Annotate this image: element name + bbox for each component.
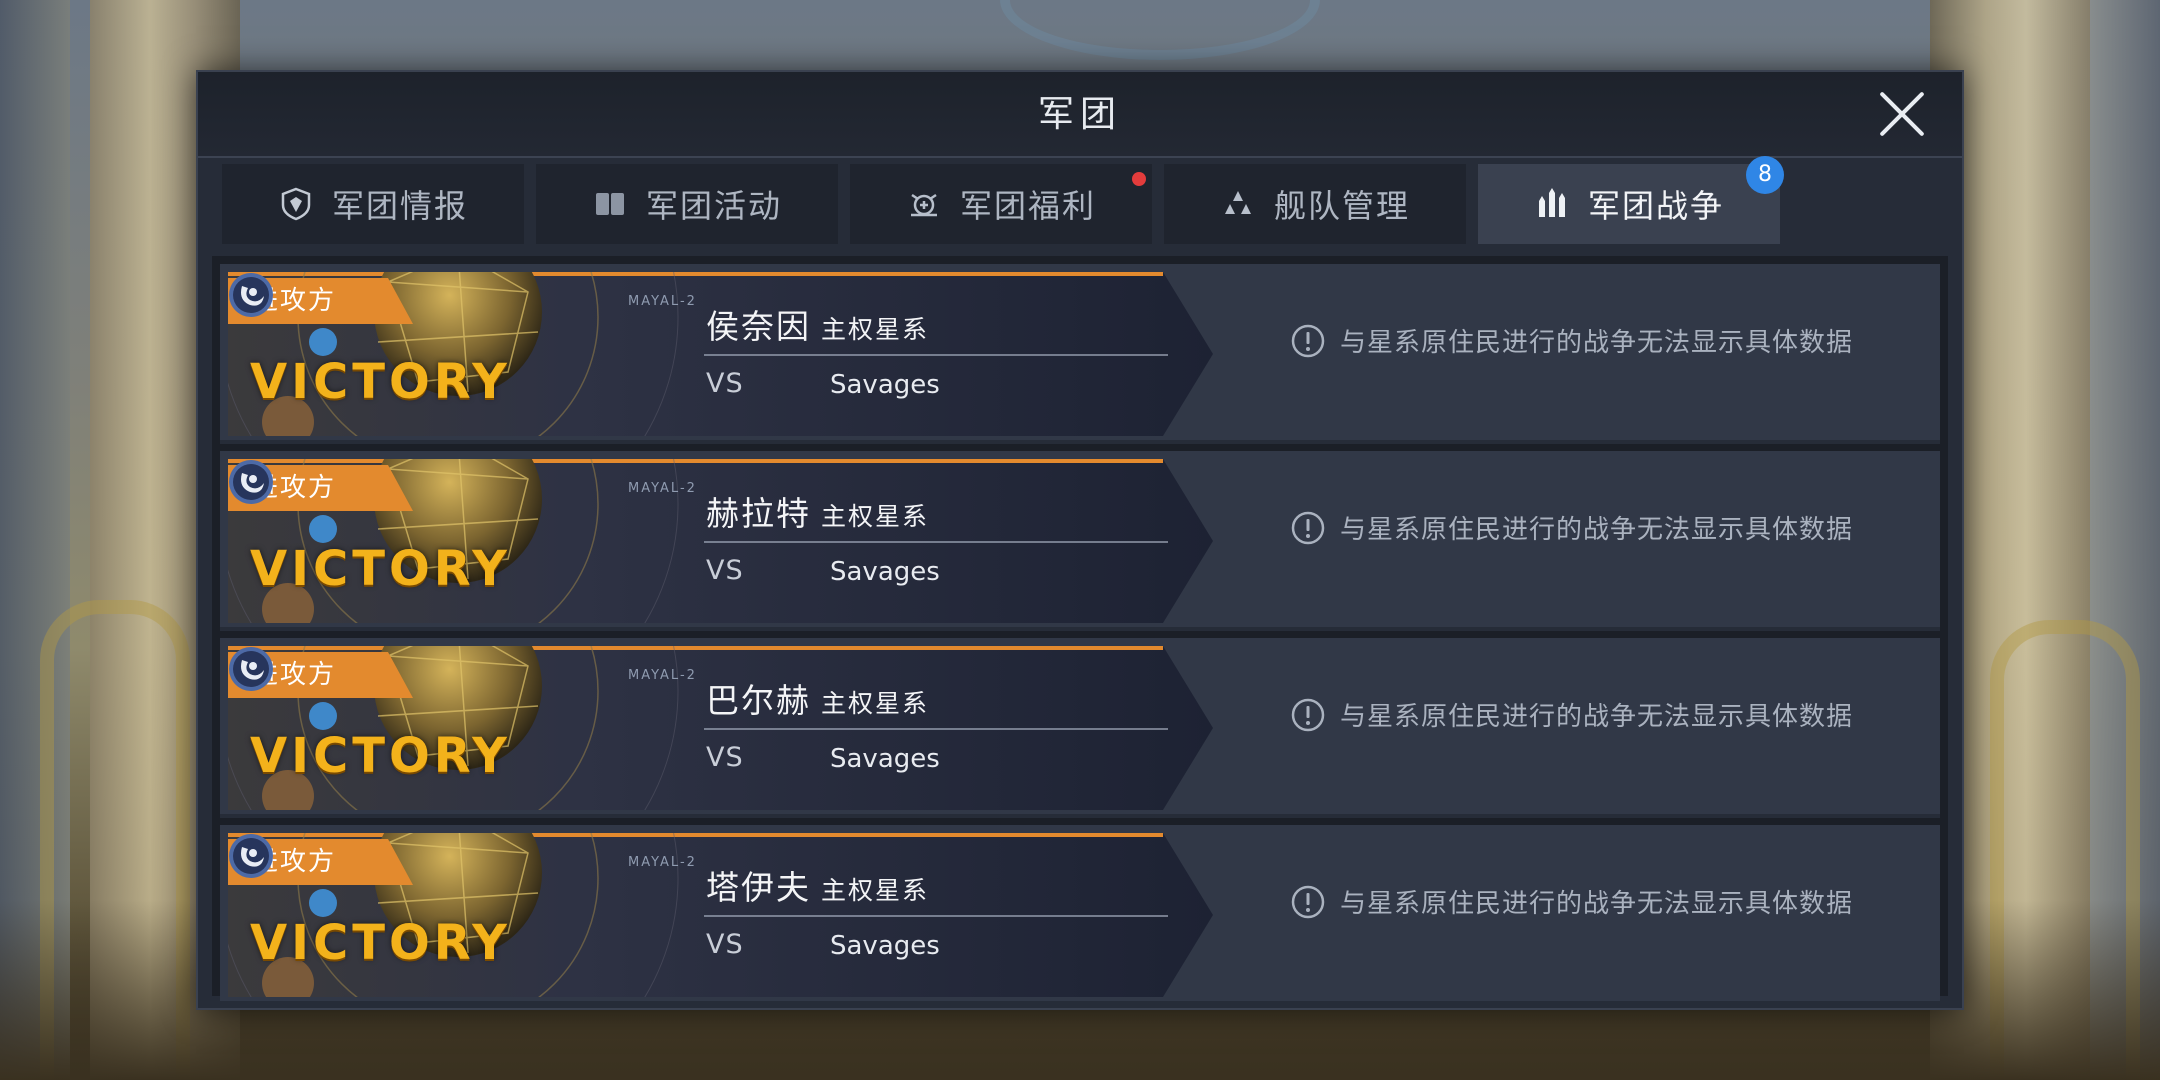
war-info-notice: 与星系原住民进行的战争无法显示具体数据 (1290, 322, 1853, 359)
war-count-badge: 8 (1746, 156, 1784, 194)
system-suffix: 主权星系 (821, 502, 930, 531)
tab-fleet-management[interactable]: 舰队管理 (1164, 164, 1466, 244)
enemy-emblem-icon (229, 834, 273, 878)
system-name-text: 塔伊夫 (706, 868, 811, 907)
vs-label: VS (706, 368, 744, 399)
tab-label: 军团战争 (1587, 187, 1724, 225)
tab-legion-intel[interactable]: 军团情报 (222, 164, 524, 244)
war-result-banner: 进攻方 VICTORY MAYAL-2 赫拉特 主权星系 VS Savages (228, 459, 1213, 623)
system-name-text: 赫拉特 (706, 494, 811, 533)
war-record-row[interactable]: 进攻方 VICTORY MAYAL-2 巴尔赫 主权星系 VS Savages 与 (220, 638, 1940, 818)
war-result-banner: 进攻方 VICTORY MAYAL-2 巴尔赫 主权星系 VS Savages (228, 646, 1213, 810)
dialog-header: 军团 (198, 72, 1962, 158)
war-record-row[interactable]: 进攻方 VICTORY MAYAL-2 赫拉特 主权星系 VS Savages 与 (220, 451, 1940, 631)
info-text: 与星系原住民进行的战争无法显示具体数据 (1340, 515, 1854, 545)
tab-legion-activity[interactable]: 军团活动 (536, 164, 838, 244)
gift-icon (906, 186, 942, 222)
war-record-row[interactable]: 进攻方 VICTORY MAYAL-2 侯奈因 主权星系 VS Savages 与 (220, 264, 1940, 444)
divider-line (704, 728, 1168, 730)
system-name-text: 侯奈因 (706, 307, 811, 346)
enemy-name: Savages (830, 370, 940, 400)
info-icon (1291, 885, 1325, 918)
info-icon (1291, 324, 1325, 357)
divider-line (704, 354, 1168, 356)
victory-label: VICTORY (250, 541, 511, 597)
tab-label: 军团福利 (959, 187, 1096, 225)
shield-icon (278, 186, 314, 222)
legion-dialog: 军团 军团情报 军团活动 军团福利 舰队管理 军团战争 8 进攻方 VICTOR… (196, 70, 1964, 1010)
victory-label: VICTORY (250, 728, 511, 784)
dialog-title: 军团 (1037, 94, 1122, 135)
tab-legion-war[interactable]: 军团战争 8 (1478, 156, 1784, 244)
star-system-name: 塔伊夫 主权星系 (706, 861, 929, 909)
tab-legion-welfare[interactable]: 军团福利 (850, 164, 1152, 244)
system-suffix: 主权星系 (821, 689, 930, 718)
info-icon (1291, 698, 1325, 731)
star-system-name: 赫拉特 主权星系 (706, 487, 929, 535)
war-record-row[interactable]: 进攻方 VICTORY MAYAL-2 塔伊夫 主权星系 VS Savages 与 (220, 825, 1940, 1005)
enemy-emblem-icon (229, 273, 273, 317)
divider-line (704, 541, 1168, 543)
war-info-notice: 与星系原住民进行的战争无法显示具体数据 (1290, 509, 1853, 546)
info-icon (1291, 511, 1325, 544)
info-text: 与星系原住民进行的战争无法显示具体数据 (1340, 702, 1854, 732)
star-system-name: 侯奈因 主权星系 (706, 300, 929, 348)
vs-label: VS (706, 555, 744, 586)
info-text: 与星系原住民进行的战争无法显示具体数据 (1340, 328, 1854, 358)
enemy-emblem-icon (229, 460, 273, 504)
system-name-text: 巴尔赫 (706, 681, 811, 720)
war-result-banner: 进攻方 VICTORY MAYAL-2 侯奈因 主权星系 VS Savages (228, 272, 1213, 436)
notification-dot (1132, 172, 1146, 186)
war-info-notice: 与星系原住民进行的战争无法显示具体数据 (1290, 883, 1853, 920)
system-suffix: 主权星系 (821, 876, 930, 905)
war-icon (1534, 186, 1570, 222)
victory-label: VICTORY (250, 915, 511, 971)
enemy-name: Savages (830, 557, 940, 587)
enemy-name: Savages (830, 744, 940, 774)
background-arch (1000, 0, 1320, 60)
tab-label: 军团情报 (331, 187, 468, 225)
divider-line (704, 915, 1168, 917)
system-suffix: 主权星系 (821, 315, 930, 344)
book-icon (592, 186, 628, 222)
war-info-notice: 与星系原住民进行的战争无法显示具体数据 (1290, 696, 1853, 733)
info-text: 与星系原住民进行的战争无法显示具体数据 (1340, 889, 1854, 919)
vs-label: VS (706, 929, 744, 960)
victory-label: VICTORY (250, 354, 511, 410)
war-result-banner: 进攻方 VICTORY MAYAL-2 塔伊夫 主权星系 VS Savages (228, 833, 1213, 997)
vs-label: VS (706, 742, 744, 773)
war-list[interactable]: 进攻方 VICTORY MAYAL-2 侯奈因 主权星系 VS Savages 与 (212, 256, 1948, 1005)
enemy-name: Savages (830, 931, 940, 961)
enemy-emblem-icon (229, 647, 273, 691)
star-system-name: 巴尔赫 主权星系 (706, 674, 929, 722)
fleet-icon (1220, 186, 1256, 222)
tab-bar: 军团情报 军团活动 军团福利 舰队管理 军团战争 8 (222, 156, 1784, 244)
tab-label: 军团活动 (645, 187, 782, 225)
tab-label: 舰队管理 (1273, 187, 1410, 225)
close-button[interactable] (1876, 88, 1928, 140)
